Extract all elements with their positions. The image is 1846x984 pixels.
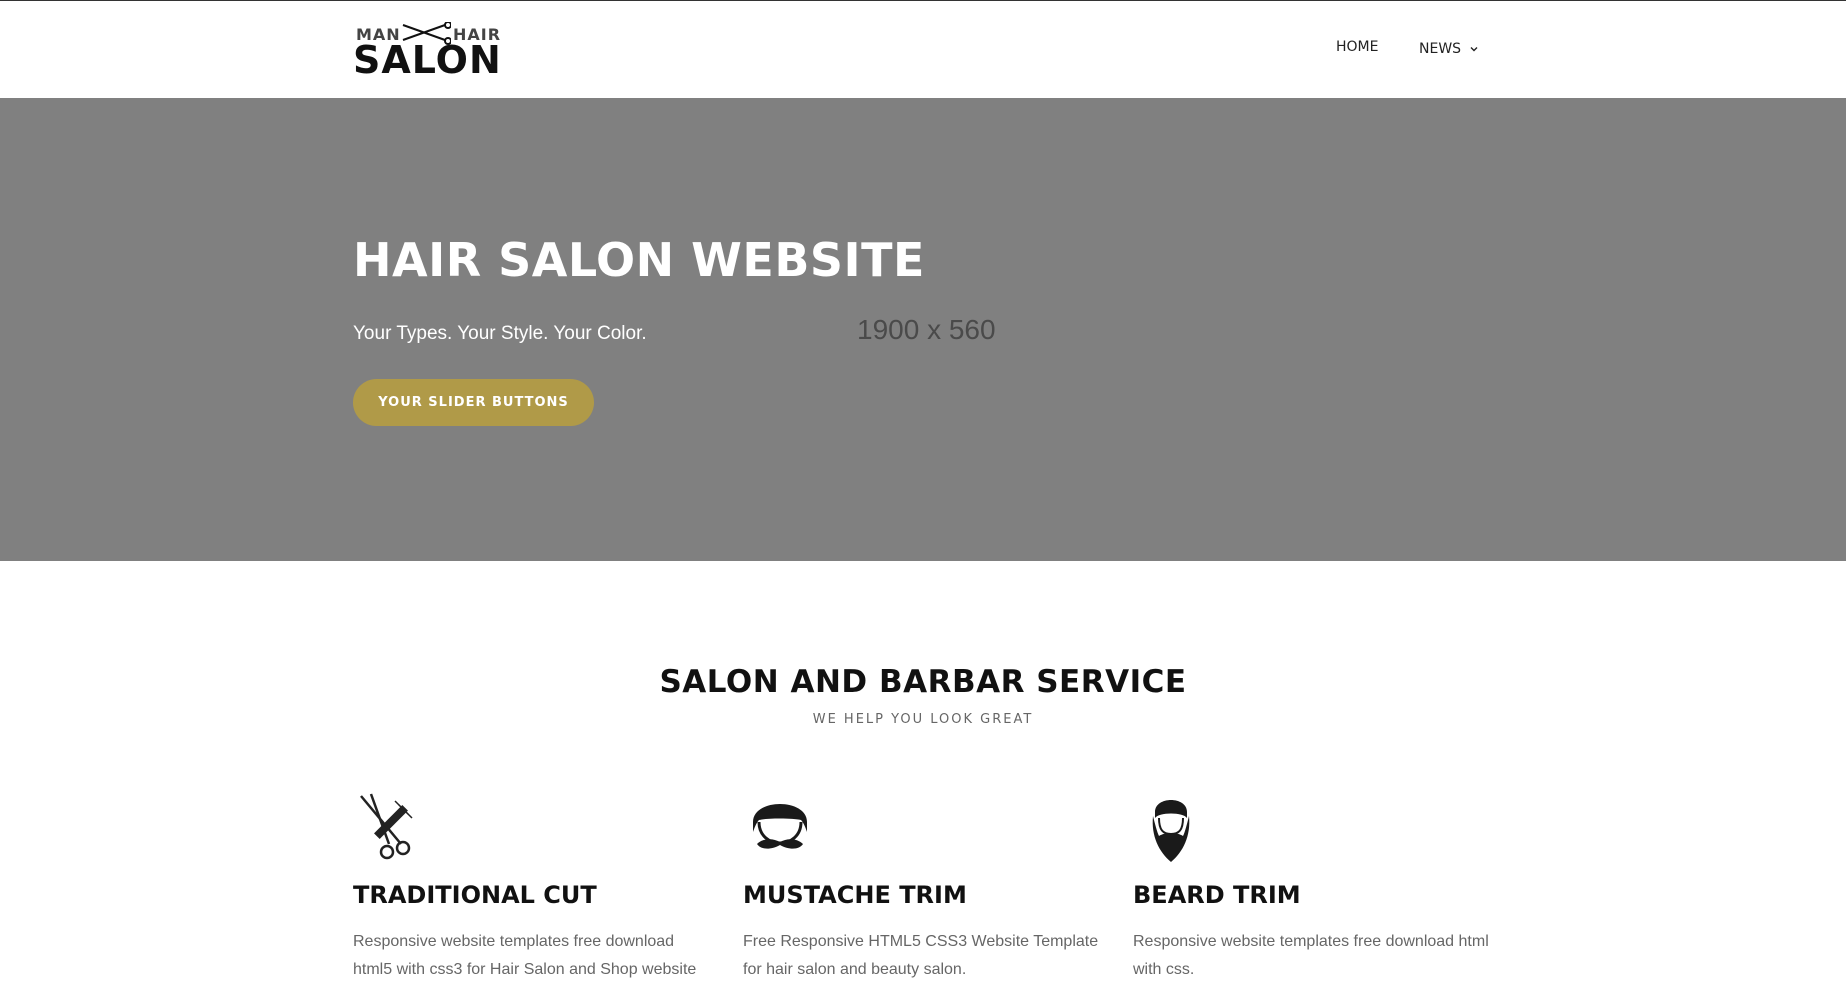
mustache-face-icon <box>753 804 807 849</box>
chevron-down-icon <box>1470 47 1478 52</box>
scissors-comb-icon <box>360 793 413 860</box>
site-header: MAN HAIR SALON HOME NEWS <box>0 1 1846 98</box>
service-description: Responsive website templates free downlo… <box>353 933 697 978</box>
nav-news-label: NEWS <box>1419 41 1462 57</box>
services-title: SALON AND BARBAR SERVICE <box>659 664 1187 700</box>
service-description: Responsive website templates free downlo… <box>1133 933 1489 978</box>
hero-subtitle: Your Types. Your Style. Your Color. <box>353 323 647 344</box>
nav-news-dropdown[interactable]: NEWS <box>1419 39 1479 59</box>
service-name: MUSTACHE TRIM <box>743 881 967 909</box>
service-name: BEARD TRIM <box>1133 881 1301 909</box>
service-card-beard-trim: BEARD TRIM Responsive website templates … <box>1133 792 1503 978</box>
placeholder-dimensions-label: 1900 x 560 <box>857 314 996 345</box>
beard-face-icon <box>1152 800 1190 862</box>
service-name: TRADITIONAL CUT <box>353 881 597 909</box>
nav-home-link[interactable]: HOME <box>1336 39 1378 59</box>
site-logo[interactable]: MAN HAIR SALON <box>353 22 502 82</box>
services-subtitle: WE HELP YOU LOOK GREAT <box>812 712 1034 727</box>
service-description: Free Responsive HTML5 CSS3 Website Templ… <box>743 933 1099 978</box>
service-card-mustache-trim: MUSTACHE TRIM Free Responsive HTML5 CSS3… <box>743 792 1113 978</box>
slider-button[interactable]: YOUR SLIDER BUTTONS <box>353 379 594 426</box>
hero-slider: HAIR SALON WEBSITE Your Types. Your Styl… <box>0 98 1846 561</box>
logo-text-salon: SALON <box>353 38 502 82</box>
hero-title: HAIR SALON WEBSITE <box>353 233 925 287</box>
service-card-traditional-cut: TRADITIONAL CUT Responsive website templ… <box>353 792 723 978</box>
